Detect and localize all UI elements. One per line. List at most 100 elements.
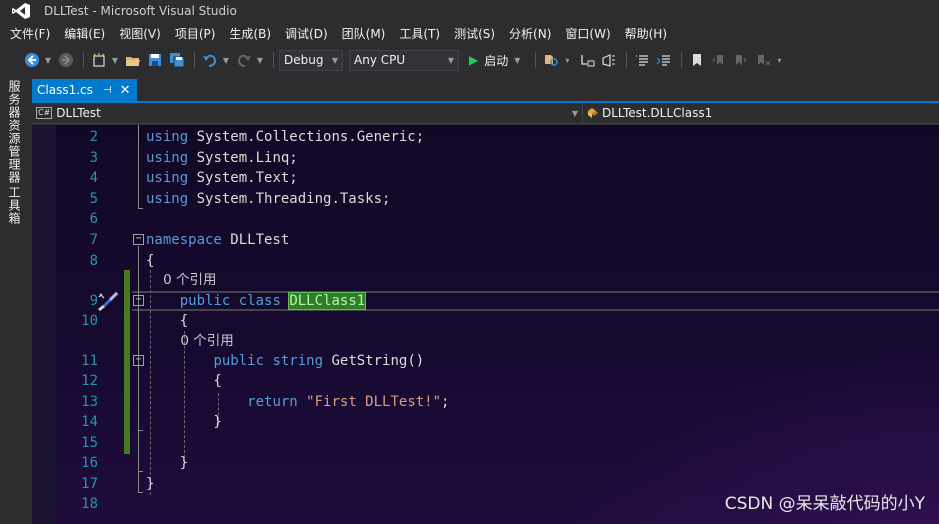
code-token: GetString()	[323, 353, 425, 369]
code-token: using	[146, 129, 189, 145]
code-line: 7 namespace DLLTest	[32, 230, 939, 251]
chevron-down-icon[interactable]: ▾	[775, 50, 783, 70]
chevron-down-icon[interactable]: ▼	[44, 50, 52, 70]
start-debugging-button[interactable]: ▶ 启动 ▼	[465, 50, 524, 70]
menu-bar: 文件(F) 编辑(E) 视图(V) 项目(P) 生成(B) 调试(D) 团队(M…	[0, 23, 939, 45]
quick-actions-screwdriver-icon[interactable]	[96, 289, 120, 313]
line-number: 8	[89, 252, 98, 269]
code-lens-line: 0 个引用	[32, 331, 939, 352]
visual-studio-logo-icon	[10, 2, 32, 20]
line-number: 15	[81, 435, 98, 451]
find-in-files-icon[interactable]	[541, 50, 561, 70]
uncomment-lines-icon[interactable]	[654, 50, 674, 70]
highlighted-class-name[interactable]: DLLClass1	[288, 292, 367, 310]
chevron-down-icon[interactable]: ▼	[514, 56, 520, 65]
line-number: 6	[89, 211, 98, 228]
code-token: namespace	[146, 232, 222, 248]
play-icon: ▶	[469, 53, 479, 67]
close-icon[interactable]: ✕	[120, 83, 131, 98]
chevron-down-icon[interactable]: ▼	[222, 50, 230, 70]
previous-bookmark-icon[interactable]	[709, 50, 729, 70]
code-token: System.Threading.Tasks;	[188, 190, 391, 207]
code-lens-references[interactable]: 0 个引用	[146, 333, 233, 349]
clear-bookmarks-icon[interactable]	[753, 50, 773, 70]
code-token: System.Linq;	[188, 149, 298, 166]
line-number: 11	[81, 353, 98, 369]
window-title: DLLTest - Microsoft Visual Studio	[44, 4, 237, 18]
save-all-icon[interactable]	[167, 50, 187, 70]
chevron-down-icon[interactable]: ▾	[563, 50, 571, 70]
standard-toolbar: ▼ ▼ ▼ ▼ Debug ▼ Any CPU ▼ ▶ 启动 ▼ ▾ ▾	[0, 46, 939, 74]
save-icon[interactable]	[145, 50, 165, 70]
code-token: {	[146, 252, 155, 269]
menu-test[interactable]: 测试(S)	[448, 24, 501, 44]
chevron-down-icon[interactable]: ▼	[111, 50, 119, 70]
step-into-icon[interactable]	[577, 50, 597, 70]
navigate-forward-icon[interactable]	[56, 50, 76, 70]
code-line: 12 {	[32, 371, 939, 392]
menu-project[interactable]: 项目(P)	[169, 24, 222, 44]
menu-view[interactable]: 视图(V)	[113, 24, 167, 44]
chevron-down-icon: ▼	[571, 108, 578, 118]
code-line: 14 }	[32, 412, 939, 433]
code-line: 11 public string GetString()	[32, 351, 939, 372]
bookmark-icon[interactable]	[687, 50, 707, 70]
chevron-down-icon: ▼	[331, 55, 338, 65]
menu-build[interactable]: 生成(B)	[223, 24, 277, 44]
csharp-project-icon: C#	[36, 107, 53, 119]
project-dropdown[interactable]: C# DLLTest ▼	[32, 103, 583, 123]
pin-icon[interactable]: ⊣	[103, 85, 112, 96]
menu-team[interactable]: 团队(M)	[336, 24, 392, 44]
document-tab-well: Class1.cs ⊣ ✕	[32, 79, 137, 101]
code-token: class	[238, 293, 281, 309]
code-line: 5 using System.Threading.Tasks;	[32, 189, 939, 210]
navigation-bar: C# DLLTest ▼ DLLTest.DLLClass1	[32, 103, 939, 124]
menu-analyze[interactable]: 分析(N)	[503, 24, 557, 44]
toolbar-separator	[626, 52, 628, 68]
navigate-back-icon[interactable]	[22, 50, 42, 70]
line-number: 12	[81, 373, 98, 389]
tab-label: Class1.cs	[37, 83, 93, 97]
next-bookmark-icon[interactable]	[731, 50, 751, 70]
code-line: 4 using System.Text;	[32, 168, 939, 189]
solution-configuration-select[interactable]: Debug ▼	[279, 49, 343, 71]
chevron-down-icon: ▼	[447, 55, 454, 65]
comment-lines-icon[interactable]	[632, 50, 652, 70]
tab-class1-cs[interactable]: Class1.cs ⊣ ✕	[32, 79, 137, 101]
menu-help[interactable]: 帮助(H)	[619, 24, 673, 44]
new-project-icon[interactable]	[89, 50, 109, 70]
code-line: 15	[32, 433, 939, 454]
type-dropdown[interactable]: DLLTest.DLLClass1	[583, 103, 939, 123]
menu-debug[interactable]: 调试(D)	[279, 24, 334, 44]
menu-window[interactable]: 窗口(W)	[559, 24, 616, 44]
start-label: 启动	[484, 53, 509, 68]
class-icon	[588, 108, 598, 118]
code-token: return	[247, 394, 298, 410]
menu-file[interactable]: 文件(F)	[4, 24, 56, 44]
line-number: 18	[81, 496, 98, 512]
code-token: public	[179, 293, 231, 309]
solution-platform-select[interactable]: Any CPU ▼	[349, 49, 459, 71]
toolbar-separator	[681, 52, 683, 68]
undo-icon[interactable]	[200, 50, 220, 70]
code-token: System.Collections.Generic;	[188, 129, 425, 145]
menu-edit[interactable]: 编辑(E)	[58, 24, 111, 44]
toolbar-separator	[535, 52, 537, 68]
toolbar-separator	[194, 52, 195, 68]
redo-icon[interactable]	[234, 50, 254, 70]
code-editor[interactable]: − − − 2 using System.Collections.Generic;…	[32, 125, 939, 524]
open-file-icon[interactable]	[123, 50, 143, 70]
chevron-down-icon[interactable]: ▼	[256, 50, 264, 70]
server-explorer-tab[interactable]: 服务器资源管理器	[6, 80, 23, 184]
toolbox-tab[interactable]: 工具箱	[6, 186, 23, 225]
step-over-icon[interactable]	[599, 50, 619, 70]
code-lens-references[interactable]: 0 个引用	[146, 272, 216, 288]
code-line: 9 public class DLLClass1	[32, 291, 939, 312]
menu-tools[interactable]: 工具(T)	[393, 24, 446, 44]
line-number: 13	[81, 394, 98, 410]
code-line: 16 }	[32, 453, 939, 474]
